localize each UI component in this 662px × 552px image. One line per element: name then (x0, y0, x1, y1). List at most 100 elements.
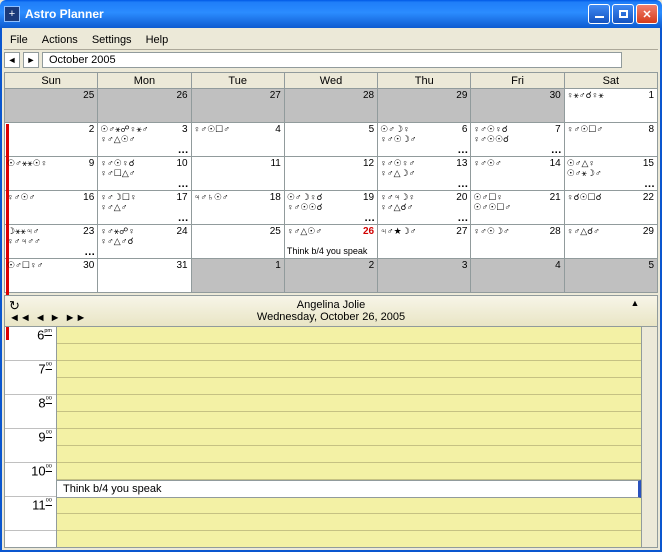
astro-line: ♀♂♃☽♀ (380, 192, 468, 202)
more-dots-icon[interactable]: … (178, 144, 189, 156)
day-number: 18 (270, 192, 281, 203)
calendar-cell[interactable]: 28 (284, 89, 377, 123)
day-number: 5 (648, 260, 654, 271)
minimize-button[interactable] (588, 4, 610, 24)
day-number: 9 (89, 158, 95, 169)
window-title: Astro Planner (25, 7, 588, 21)
weekday-header: Wed (284, 73, 377, 89)
calendar-cell[interactable]: 4♀♂☉☐♂ (191, 123, 284, 157)
more-dots-icon[interactable]: … (551, 144, 562, 156)
more-dots-icon[interactable]: … (178, 212, 189, 224)
calendar-cell[interactable]: 22♀☌☉☐☌ (564, 191, 657, 225)
calendar-cell[interactable]: 25 (191, 225, 284, 259)
notes-column[interactable]: Think b/4 you speak (57, 327, 641, 547)
scroll-up-icon[interactable]: ▲ (629, 298, 641, 310)
nav-prev-icon[interactable]: ◄ (35, 312, 46, 324)
calendar-cell[interactable]: 7♀♂☉♀☌♀♂☉☉☌… (471, 123, 564, 157)
calendar-cell[interactable]: 30☉♂☐♀♂ (5, 259, 98, 293)
calendar-cell[interactable]: 4 (471, 259, 564, 293)
day-number: 13 (456, 158, 467, 169)
day-number: 7 (555, 124, 561, 135)
nav-last-icon[interactable]: ►► (65, 312, 87, 324)
calendar-cell[interactable]: 30 (471, 89, 564, 123)
day-number: 23 (83, 226, 94, 237)
day-number: 25 (83, 90, 94, 101)
astro-line: ♃♂★☽♂ (380, 226, 468, 236)
astro-line: ♀♂☉♀☌ (473, 124, 561, 134)
calendar-cell[interactable]: 26 (98, 89, 191, 123)
menu-actions[interactable]: Actions (42, 34, 78, 46)
calendar-cell[interactable]: 3☉♂⚹☍♀⚹♂♀♂△☉♂… (98, 123, 191, 157)
person-name: Angelina Jolie (5, 299, 657, 311)
menu-settings[interactable]: Settings (92, 34, 132, 46)
calendar-cell[interactable]: 12 (284, 157, 377, 191)
calendar-cell[interactable]: 2 (5, 123, 98, 157)
more-dots-icon[interactable]: … (457, 144, 468, 156)
month-label[interactable]: October 2005 (42, 52, 622, 68)
menu-file[interactable]: File (10, 34, 28, 46)
day-number: 20 (456, 192, 467, 203)
nav-next-icon[interactable]: ► (50, 312, 61, 324)
calendar-cell[interactable]: 19☉♂☽♀☌♀♂☉☉☌… (284, 191, 377, 225)
day-entry[interactable]: Think b/4 you speak (57, 480, 641, 498)
calendar-cell[interactable]: 16♀♂☉♂ (5, 191, 98, 225)
calendar-cell[interactable]: 14♀♂☉♂ (471, 157, 564, 191)
more-dots-icon[interactable]: … (457, 178, 468, 190)
calendar-cell[interactable]: 2 (284, 259, 377, 293)
calendar-cell[interactable]: 29♀♂△☌♂ (564, 225, 657, 259)
menu-help[interactable]: Help (146, 34, 169, 46)
more-dots-icon[interactable]: … (178, 178, 189, 190)
astro-line: ☉♂△♀ (567, 158, 655, 168)
more-dots-icon[interactable]: … (457, 212, 468, 224)
calendar-cell[interactable]: 29 (378, 89, 471, 123)
calendar-cell[interactable]: 15☉♂△♀☉♂⚹☽♂… (564, 157, 657, 191)
calendar-cell[interactable]: 10♀♂☉♀☌♀♂☐△♂… (98, 157, 191, 191)
day-number: 28 (363, 90, 374, 101)
astro-line: ♀♂☉♂ (7, 192, 95, 202)
calendar-cell[interactable]: 24♀♂⚹☍♀♀♂△♂☌ (98, 225, 191, 259)
calendar-cell[interactable]: 1♀⚹♂☌♀⚹ (564, 89, 657, 123)
time-label: 9⁰⁰ (5, 429, 56, 463)
calendar-cell[interactable]: 26♀♂△☉♂Think b/4 you speak (284, 225, 377, 259)
calendar-cell[interactable]: 20♀♂♃☽♀♀♂△☌♂… (378, 191, 471, 225)
menubar: File Actions Settings Help (4, 30, 658, 50)
astro-line: ♀♂△♂ (100, 202, 188, 212)
astro-line: ☉♂⚹☽♂ (567, 168, 655, 178)
next-month-button[interactable]: ► (23, 52, 39, 68)
calendar-cell[interactable]: 18♃♂♄☉♂ (191, 191, 284, 225)
calendar-cell[interactable]: 23☽⚹⚹♃♂♀♂♃♂♂… (5, 225, 98, 259)
calendar-cell[interactable]: 3 (378, 259, 471, 293)
calendar-cell[interactable]: 13♀♂☉♀♂♀♂△☽♂… (378, 157, 471, 191)
weekday-header: Sat (564, 73, 657, 89)
calendar-cell[interactable]: 21☉♂☐♀☉♂☉☐♂ (471, 191, 564, 225)
nav-first-icon[interactable]: ◄◄ (9, 312, 31, 324)
calendar-cell[interactable]: 6☉♂☽♀♀♂☉☽♂… (378, 123, 471, 157)
calendar-cell[interactable]: 11 (191, 157, 284, 191)
calendar-cell[interactable]: 28♀♂☉☽♂ (471, 225, 564, 259)
day-number: 4 (555, 260, 561, 271)
calendar-cell[interactable]: 5 (564, 259, 657, 293)
weekday-header: Tue (191, 73, 284, 89)
day-number: 29 (456, 90, 467, 101)
astro-line: ☉♂☐♀ (473, 192, 561, 202)
close-button[interactable]: ✕ (636, 4, 658, 24)
calendar-cell[interactable]: 27♃♂★☽♂ (378, 225, 471, 259)
scrollbar[interactable] (641, 327, 657, 547)
calendar-cell[interactable]: 31 (98, 259, 191, 293)
calendar-cell[interactable]: 1 (191, 259, 284, 293)
calendar-cell[interactable]: 27 (191, 89, 284, 123)
more-dots-icon[interactable]: … (644, 178, 655, 190)
more-dots-icon[interactable]: … (364, 212, 375, 224)
prev-month-button[interactable]: ◄ (4, 52, 20, 68)
calendar-cell[interactable]: 25 (5, 89, 98, 123)
astro-line: ♀⚹♂☌♀⚹ (567, 90, 655, 100)
astro-line: ♀♂☉♀☌ (100, 158, 188, 168)
more-dots-icon[interactable]: … (84, 246, 95, 258)
day-number: 3 (462, 260, 468, 271)
maximize-button[interactable] (612, 4, 634, 24)
astro-line: ♀♂☉☉☌ (287, 202, 375, 212)
calendar-cell[interactable]: 17♀♂☽☐♀♀♂△♂… (98, 191, 191, 225)
calendar-cell[interactable]: 8♀♂☉☐♂ (564, 123, 657, 157)
calendar-cell[interactable]: 9☉♂⚹⚹☉♀ (5, 157, 98, 191)
calendar-cell[interactable]: 5 (284, 123, 377, 157)
